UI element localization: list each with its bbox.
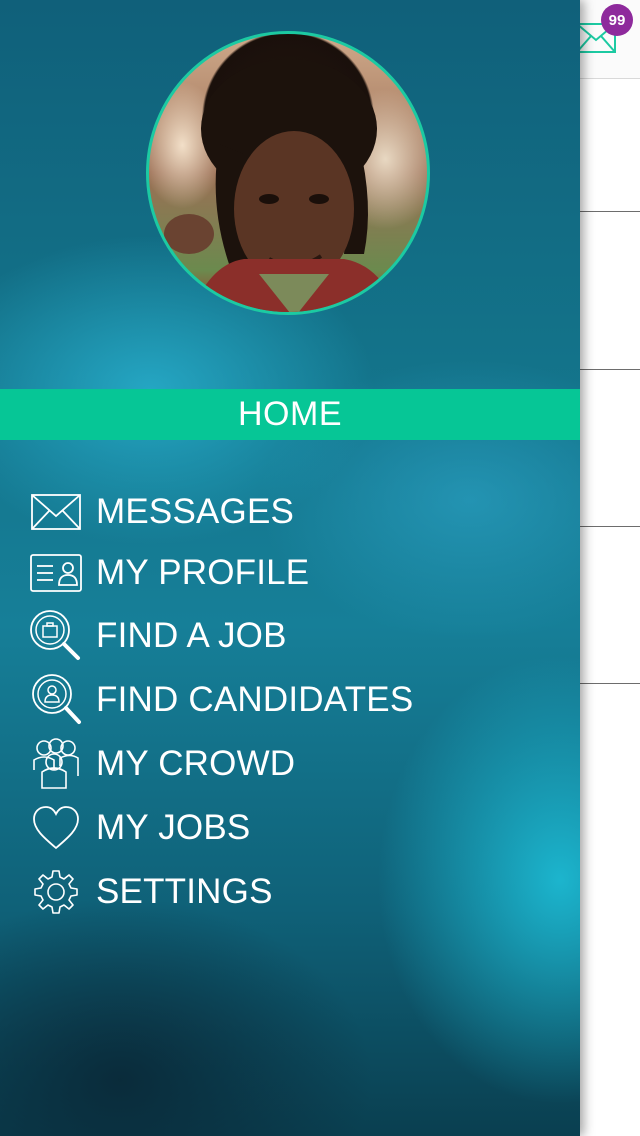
list-divider (580, 211, 640, 212)
menu-item-settings[interactable]: SETTINGS (28, 862, 548, 922)
menu-item-label: SETTINGS (96, 872, 273, 911)
menu-item-find-candidates[interactable]: FIND CANDIDATES (28, 670, 548, 730)
people-group-icon (28, 736, 84, 792)
list-divider (580, 526, 640, 527)
menu-item-label: FIND CANDIDATES (96, 680, 414, 719)
menu-item-find-a-job[interactable]: FIND A JOB (28, 606, 548, 666)
avatar[interactable] (146, 31, 430, 315)
unread-badge: 99 (601, 4, 633, 36)
search-person-icon (28, 672, 84, 728)
home-label: HOME (238, 395, 342, 433)
list-divider (580, 369, 640, 370)
menu-item-my-crowd[interactable]: MY CROWD (28, 734, 548, 794)
menu-item-messages[interactable]: MESSAGES (28, 482, 548, 542)
list-divider (580, 683, 640, 684)
menu-item-label: MESSAGES (96, 492, 295, 531)
menu-item-label: MY CROWD (96, 744, 296, 783)
menu-item-label: MY JOBS (96, 808, 251, 847)
home-menu-item[interactable]: HOME (0, 389, 580, 440)
search-briefcase-icon (28, 608, 84, 664)
id-card-icon (28, 545, 84, 601)
side-drawer: HOME MESSAGES MY PROFILE FIND A JOB FIND… (0, 0, 580, 1136)
heart-icon (28, 800, 84, 856)
menu-item-label: FIND A JOB (96, 616, 287, 655)
envelope-icon (28, 484, 84, 540)
gear-icon (28, 864, 84, 920)
menu-item-label: MY PROFILE (96, 553, 310, 592)
menu-item-my-profile[interactable]: MY PROFILE (28, 543, 548, 603)
menu-item-my-jobs[interactable]: MY JOBS (28, 798, 548, 858)
